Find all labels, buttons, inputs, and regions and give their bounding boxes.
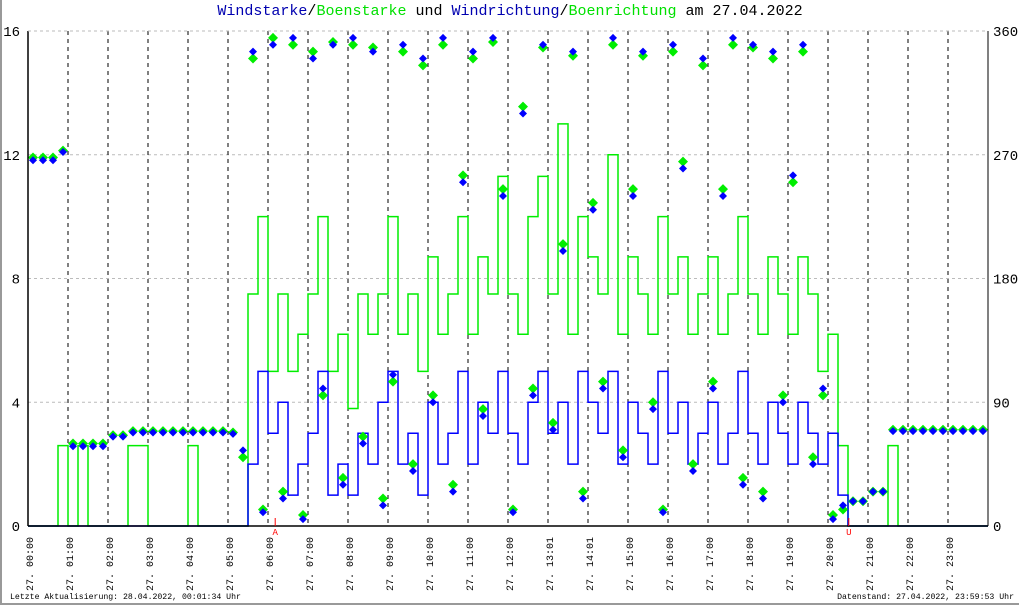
x-tick-label: 27. 23:00 bbox=[946, 537, 957, 591]
y-right-tick-label: 180 bbox=[993, 273, 1018, 289]
windrichtung-point bbox=[609, 33, 617, 42]
windrichtung-point bbox=[789, 171, 797, 180]
x-tick-label: 27. 06:00 bbox=[266, 537, 277, 591]
x-tick-label: 27. 03:00 bbox=[146, 537, 157, 591]
windrichtung-point bbox=[279, 494, 287, 503]
x-tick-label: 27. 04:00 bbox=[186, 537, 197, 591]
windrichtung-point bbox=[239, 446, 247, 455]
windrichtung-point bbox=[759, 494, 767, 503]
windrichtung-point bbox=[879, 487, 887, 496]
sun-marker-label: U bbox=[846, 528, 851, 538]
y-right-tick-label: 90 bbox=[993, 396, 1010, 412]
x-tick-label: 27. 18:00 bbox=[746, 537, 757, 591]
windrichtung-point bbox=[649, 405, 657, 414]
x-tick-label: 27. 02:00 bbox=[106, 537, 117, 591]
windrichtung-point bbox=[499, 192, 507, 200]
windrichtung-point bbox=[669, 40, 677, 49]
windrichtung-point bbox=[859, 497, 867, 506]
x-tick-label: 27. 11:00 bbox=[466, 537, 477, 591]
windrichtung-point bbox=[339, 480, 347, 489]
windrichtung-point bbox=[359, 439, 367, 448]
windrichtung-point bbox=[319, 384, 327, 393]
y-right-tick-label: 270 bbox=[993, 149, 1018, 165]
x-tick-label: 27. 14:01 bbox=[586, 537, 597, 591]
windrichtung-point bbox=[599, 384, 607, 393]
x-tick-label: 27. 21:00 bbox=[866, 537, 877, 591]
windrichtung-point bbox=[309, 54, 317, 63]
windrichtung-point bbox=[459, 178, 467, 187]
x-tick-label: 27. 10:00 bbox=[426, 537, 437, 591]
windrichtung-point bbox=[809, 460, 817, 469]
windrichtung-point bbox=[379, 501, 387, 510]
wind-chart: 0 0 4 90 8 180 12 270 16 360 27. 00:00 27. 01:00 27.… bbox=[3, 25, 1018, 591]
windrichtung-point bbox=[289, 33, 297, 42]
x-tick-label: 27. 13:01 bbox=[546, 537, 557, 591]
windrichtung-point bbox=[529, 391, 537, 400]
windrichtung-point bbox=[869, 487, 877, 496]
windrichtung-point bbox=[409, 467, 417, 475]
y-left-tick-label: 4 bbox=[12, 396, 20, 412]
x-tick-label: 27. 09:00 bbox=[386, 537, 397, 591]
windrichtung-point bbox=[249, 47, 257, 56]
x-tick-label: 27. 20:00 bbox=[826, 537, 837, 591]
data-timestamp-text: Datenstand: 27.04.2022, 23:59:53 Uhr bbox=[837, 593, 1014, 602]
y-right-tick-label: 360 bbox=[993, 25, 1018, 41]
windrichtung-point bbox=[439, 33, 447, 42]
y-right-tick-label: 0 bbox=[993, 520, 1001, 536]
windrichtung-point bbox=[469, 47, 477, 56]
x-tick-label: 27. 16:00 bbox=[666, 537, 677, 591]
x-tick-label: 27. 15:00 bbox=[626, 537, 637, 591]
windrichtung-point bbox=[699, 54, 707, 63]
last-update-text: Letzte Aktualisierung: 28.04.2022, 00:01… bbox=[10, 593, 241, 602]
windrichtung-point bbox=[479, 412, 487, 420]
windrichtung-point bbox=[619, 453, 627, 462]
windrichtung-point bbox=[589, 205, 597, 214]
x-tick-label: 27. 08:00 bbox=[346, 537, 357, 591]
y-left-tick-label: 16 bbox=[3, 25, 20, 41]
windrichtung-point bbox=[849, 497, 857, 506]
y-left-tick-label: 0 bbox=[12, 520, 20, 536]
windrichtung-point bbox=[629, 192, 637, 200]
windrichtung-point bbox=[519, 109, 527, 118]
windrichtung-point bbox=[729, 33, 737, 42]
x-tick-label: 27. 19:00 bbox=[786, 537, 797, 591]
windrichtung-point bbox=[739, 480, 747, 489]
windrichtung-point bbox=[719, 192, 727, 200]
x-tick-label: 27. 05:00 bbox=[226, 537, 237, 591]
x-tick-label: 27. 17:00 bbox=[706, 537, 717, 591]
x-tick-label: 27. 22:00 bbox=[906, 537, 917, 591]
windrichtung-point bbox=[819, 384, 827, 393]
sun-marker-label: A bbox=[272, 528, 278, 538]
x-tick-label: 27. 07:00 bbox=[306, 537, 317, 591]
x-tick-label: 27. 12:00 bbox=[506, 537, 517, 591]
windrichtung-point bbox=[449, 487, 457, 496]
x-tick-label: 27. 01:00 bbox=[66, 537, 77, 591]
windrichtung-point bbox=[679, 164, 687, 173]
y-left-tick-label: 8 bbox=[12, 273, 20, 289]
windrichtung-point bbox=[419, 54, 427, 63]
windrichtung-point bbox=[579, 494, 587, 503]
windrichtung-point bbox=[429, 398, 437, 407]
windrichtung-point bbox=[709, 384, 717, 393]
windrichtung-point bbox=[689, 467, 697, 475]
windrichtung-point bbox=[769, 47, 777, 56]
windrichtung-point bbox=[269, 40, 277, 49]
y-left-tick-label: 12 bbox=[3, 149, 20, 165]
windrichtung-point bbox=[399, 40, 407, 49]
windrichtung-point bbox=[349, 33, 357, 42]
windrichtung-point bbox=[799, 40, 807, 49]
windrichtung-point bbox=[779, 398, 787, 407]
x-tick-label: 27. 00:00 bbox=[26, 537, 37, 591]
windrichtung-point bbox=[559, 247, 567, 255]
